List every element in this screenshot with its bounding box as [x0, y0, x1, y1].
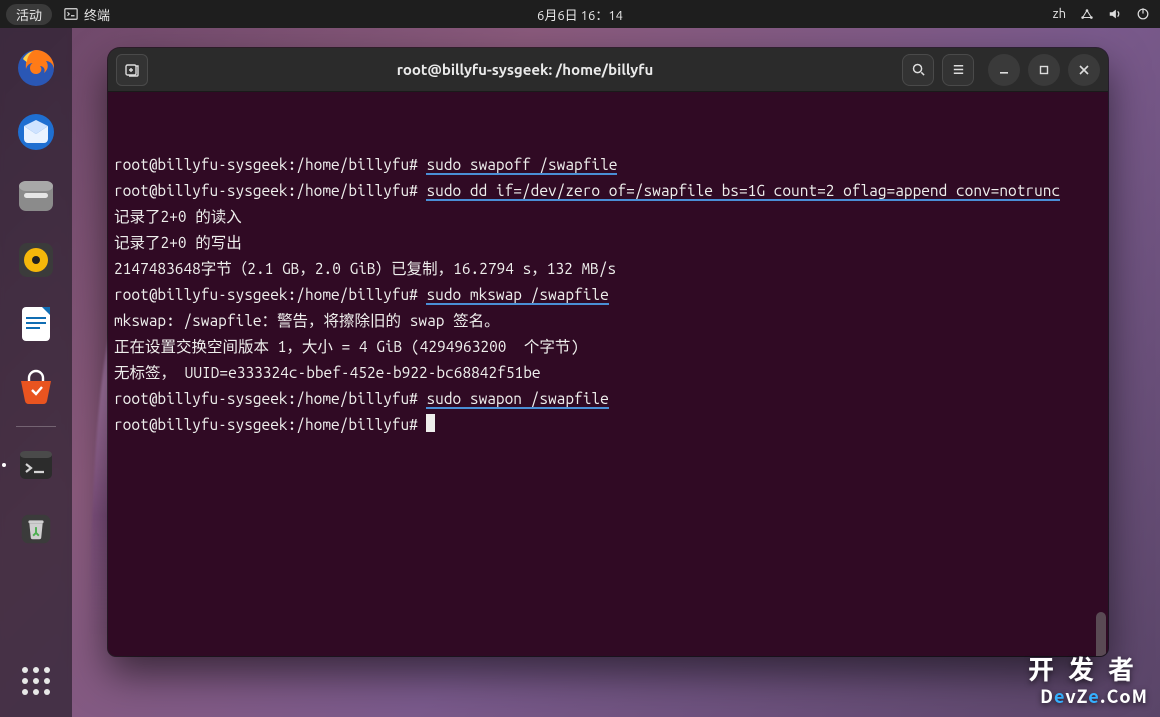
- clock[interactable]: 6月6日 16：14: [537, 5, 623, 24]
- terminal-line: 正在设置交换空间版本 1，大小 = 4 GiB (4294963200 个字节): [114, 334, 1102, 360]
- dock-trash[interactable]: [10, 503, 62, 555]
- maximize-button[interactable]: [1028, 54, 1060, 86]
- search-button[interactable]: [902, 54, 934, 86]
- terminal-line: 无标签， UUID=e333324c-bbef-452e-b922-bc6884…: [114, 360, 1102, 386]
- watermark-en: DevZe.CoM: [1028, 683, 1148, 709]
- new-tab-icon: [124, 62, 140, 78]
- window-title: root@billyfu-sysgeek: /home/billyfu: [148, 61, 902, 78]
- terminal-cursor: [426, 414, 435, 432]
- app-menu-label: 终端: [84, 5, 110, 24]
- input-source[interactable]: zh: [1053, 7, 1066, 21]
- terminal-window: root@billyfu-sysgeek: /home/billyfu root…: [108, 48, 1108, 656]
- terminal-line: root@billyfu-sysgeek:/home/billyfu# sudo…: [114, 282, 1102, 308]
- terminal-viewport[interactable]: root@billyfu-sysgeek:/home/billyfu# sudo…: [108, 92, 1108, 656]
- dock-show-apps[interactable]: [10, 655, 62, 707]
- terminal-line: root@billyfu-sysgeek:/home/billyfu# sudo…: [114, 386, 1102, 412]
- close-icon: [1078, 64, 1090, 76]
- dock-thunderbird[interactable]: [10, 106, 62, 158]
- volume-icon[interactable]: [1108, 7, 1122, 21]
- ubuntu-dock: [0, 28, 72, 717]
- terminal-line: 记录了2+0 的读入: [114, 204, 1102, 230]
- dock-ubuntu-software[interactable]: [10, 362, 62, 414]
- app-menu[interactable]: 终端: [64, 5, 110, 24]
- activities-button[interactable]: 活动: [6, 4, 52, 25]
- dock-separator: [16, 426, 56, 427]
- terminal-line: root@billyfu-sysgeek:/home/billyfu# sudo…: [114, 178, 1102, 204]
- terminal-line: 记录了2+0 的写出: [114, 230, 1102, 256]
- hamburger-menu-button[interactable]: [942, 54, 974, 86]
- terminal-line: 2147483648字节（2.1 GB，2.0 GiB）已复制，16.2794 …: [114, 256, 1102, 282]
- hamburger-icon: [951, 62, 966, 77]
- terminal-titlebar[interactable]: root@billyfu-sysgeek: /home/billyfu: [108, 48, 1108, 92]
- watermark: 开发者 DevZe.CoM: [1028, 650, 1148, 709]
- dock-terminal[interactable]: [10, 439, 62, 491]
- watermark-cn: 开发者: [1028, 650, 1148, 687]
- power-icon[interactable]: [1136, 7, 1150, 21]
- close-button[interactable]: [1068, 54, 1100, 86]
- terminal-icon: [64, 7, 78, 21]
- gnome-top-bar: 活动 终端 6月6日 16：14 zh: [0, 0, 1160, 28]
- terminal-scrollbar[interactable]: [1096, 92, 1106, 656]
- dock-rhythmbox[interactable]: [10, 234, 62, 286]
- terminal-line: root@billyfu-sysgeek:/home/billyfu# sudo…: [114, 152, 1102, 178]
- maximize-icon: [1038, 64, 1050, 76]
- new-tab-button[interactable]: [116, 54, 148, 86]
- dock-libreoffice-writer[interactable]: [10, 298, 62, 350]
- dock-firefox[interactable]: [10, 42, 62, 94]
- terminal-line: mkswap: /swapfile：警告，将擦除旧的 swap 签名。: [114, 308, 1102, 334]
- minimize-icon: [998, 64, 1010, 76]
- terminal-line: root@billyfu-sysgeek:/home/billyfu#: [114, 412, 1102, 438]
- search-icon: [911, 62, 926, 77]
- network-icon[interactable]: [1080, 7, 1094, 21]
- minimize-button[interactable]: [988, 54, 1020, 86]
- dock-files[interactable]: [10, 170, 62, 222]
